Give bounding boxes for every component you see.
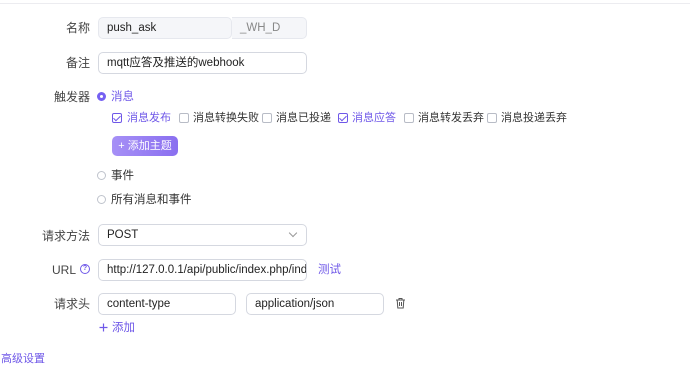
radio-event-label: 事件 <box>111 170 134 182</box>
test-link[interactable]: 测试 <box>318 263 341 277</box>
method-select[interactable]: POST <box>98 224 307 246</box>
top-divider <box>0 3 690 4</box>
note-input[interactable]: mqtt应答及推送的webhook <box>98 52 307 74</box>
checkbox-acked-label: 消息应答 <box>352 112 396 124</box>
checkbox-delivered-label: 消息已投递 <box>276 112 331 124</box>
trash-icon[interactable] <box>395 297 406 309</box>
url-input[interactable]: http://127.0.0.1/api/public/index.php/in… <box>98 259 307 281</box>
checkbox-convert-failed[interactable] <box>179 113 189 123</box>
checkbox-delivery-dropped-label: 消息投递丢弃 <box>501 112 567 124</box>
radio-message-label: 消息 <box>111 91 134 103</box>
plus-icon <box>99 323 108 332</box>
checkbox-forward-dropped-label: 消息转发丢弃 <box>418 112 484 124</box>
trigger-label: 触发器 <box>53 90 90 104</box>
advanced-settings-link[interactable]: 高级设置 <box>1 352 45 366</box>
checkbox-convert-failed-label: 消息转换失败 <box>193 112 259 124</box>
note-label: 备注 <box>65 56 90 70</box>
radio-all-label: 所有消息和事件 <box>111 194 192 206</box>
radio-all[interactable] <box>97 195 106 204</box>
add-header-link[interactable]: 添加 <box>112 321 135 335</box>
radio-event[interactable] <box>97 171 106 180</box>
name-label: 名称 <box>65 21 90 35</box>
checkbox-forward-dropped[interactable] <box>404 113 414 123</box>
checkbox-delivered[interactable] <box>262 113 272 123</box>
add-topic-button[interactable]: + 添加主题 <box>112 136 178 156</box>
question-circle-icon[interactable]: ? <box>80 264 90 274</box>
method-label: 请求方法 <box>41 229 90 243</box>
checkbox-delivery-dropped[interactable] <box>487 113 497 123</box>
checkbox-message-publish[interactable] <box>112 113 122 123</box>
headers-label: 请求头 <box>53 297 90 311</box>
url-label: URL <box>51 263 76 277</box>
header-key-input[interactable]: content-type <box>98 293 236 315</box>
radio-message[interactable] <box>97 92 106 101</box>
checkbox-message-publish-label: 消息发布 <box>127 112 171 124</box>
checkbox-acked[interactable] <box>338 113 348 123</box>
name-input[interactable]: push_ask <box>98 17 232 39</box>
name-suffix: _WH_D <box>232 17 307 39</box>
header-value-input[interactable]: application/json <box>246 293 384 315</box>
